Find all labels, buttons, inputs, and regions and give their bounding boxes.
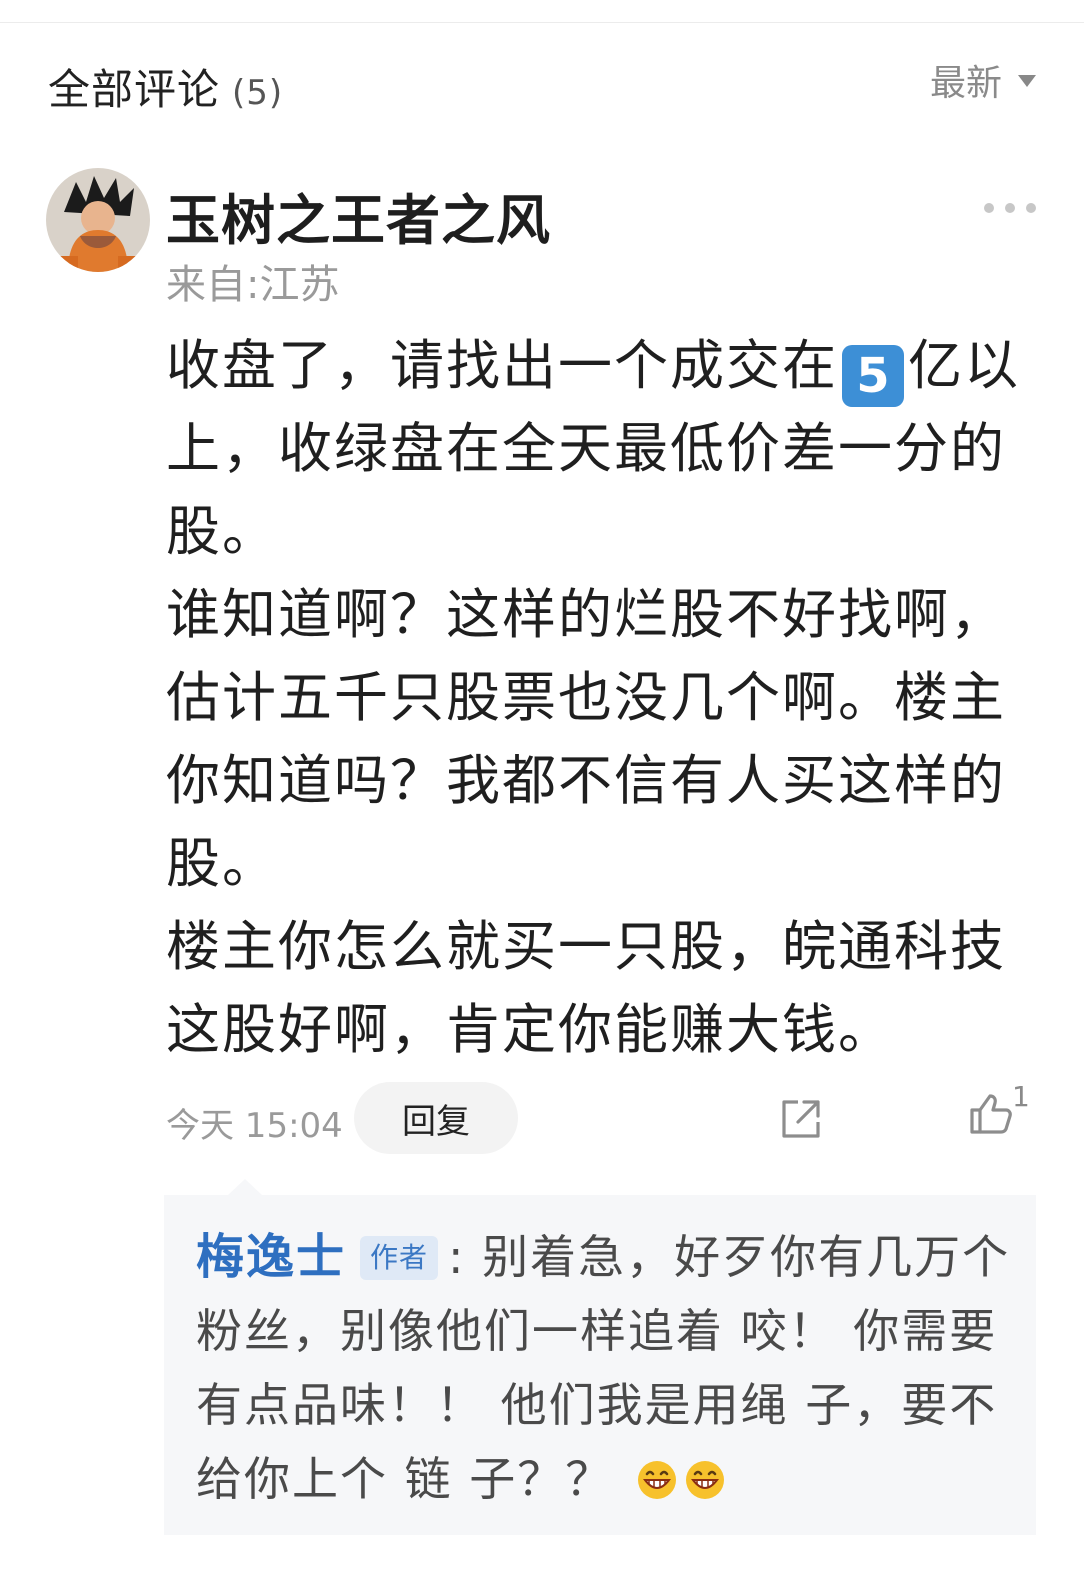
more-dot-icon <box>1005 203 1015 213</box>
more-options-button[interactable] <box>984 196 1036 220</box>
reply-author-name[interactable]: 梅逸士 <box>196 1229 346 1285</box>
comment-username[interactable]: 玉树之王者之风 <box>166 176 551 255</box>
reply-button[interactable]: 回复 <box>354 1082 518 1154</box>
like-count: 1 <box>1012 1080 1030 1113</box>
comment-location: 来自:江苏 <box>166 262 340 308</box>
reply-item[interactable]: 梅逸士 作者: 别着急，好歹你有几万个粉丝，别像他们一样追着 咬！ 你需要有点品味… <box>196 1220 1016 1516</box>
more-dot-icon <box>1026 203 1036 213</box>
comments-count: (5) <box>232 73 284 113</box>
caret-down-icon <box>1018 75 1036 87</box>
author-badge: 作者 <box>360 1236 439 1280</box>
number-badge: 5 <box>842 345 904 407</box>
comment-timestamp: 今天 15:04 <box>166 1106 343 1146</box>
comments-header: 全部评论 (5) 最新 <box>48 52 1036 114</box>
grinning-face-icon <box>637 1461 676 1499</box>
reply-thread: 梅逸士 作者: 别着急，好歹你有几万个粉丝，别像他们一样追着 咬！ 你需要有点品味… <box>164 1195 1036 1535</box>
comment-body: 收盘了，请找出一个成交在 5 亿以上，收绿盘在全天最低价差一分的股。 谁知道啊？这样… <box>166 324 1046 1071</box>
thumbs-up-icon[interactable] <box>966 1090 1014 1138</box>
share-icon[interactable] <box>778 1096 824 1142</box>
more-dot-icon <box>984 203 994 213</box>
sort-dropdown[interactable]: 最新 <box>930 54 1036 106</box>
comment-paragraph-1: 收盘了，请找出一个成交在 5 亿以上，收绿盘在全天最低价差一分的股。 <box>166 324 1046 573</box>
comment-text-segment: 收盘了，请找出一个成交在 <box>166 334 838 397</box>
comment-actions: 今天 15:04 回复 1 <box>166 1080 1036 1154</box>
top-divider <box>0 22 1084 23</box>
reply-box-notch <box>228 1179 262 1195</box>
comment-paragraph-3: 楼主你怎么就买一只股，皖通科技这股好啊，肯定你能赚大钱。 <box>166 915 1006 1061</box>
comments-title-label: 全部评论 <box>48 65 221 114</box>
comment-paragraph-2: 谁知道啊？这样的烂股不好找啊，估计五千只股票也没几个啊。楼主你知道吗？我都不信有… <box>166 583 1006 895</box>
grinning-face-icon <box>685 1461 724 1499</box>
comments-title: 全部评论 (5) <box>48 56 283 117</box>
sort-label: 最新 <box>929 63 1002 104</box>
avatar[interactable] <box>46 168 150 272</box>
